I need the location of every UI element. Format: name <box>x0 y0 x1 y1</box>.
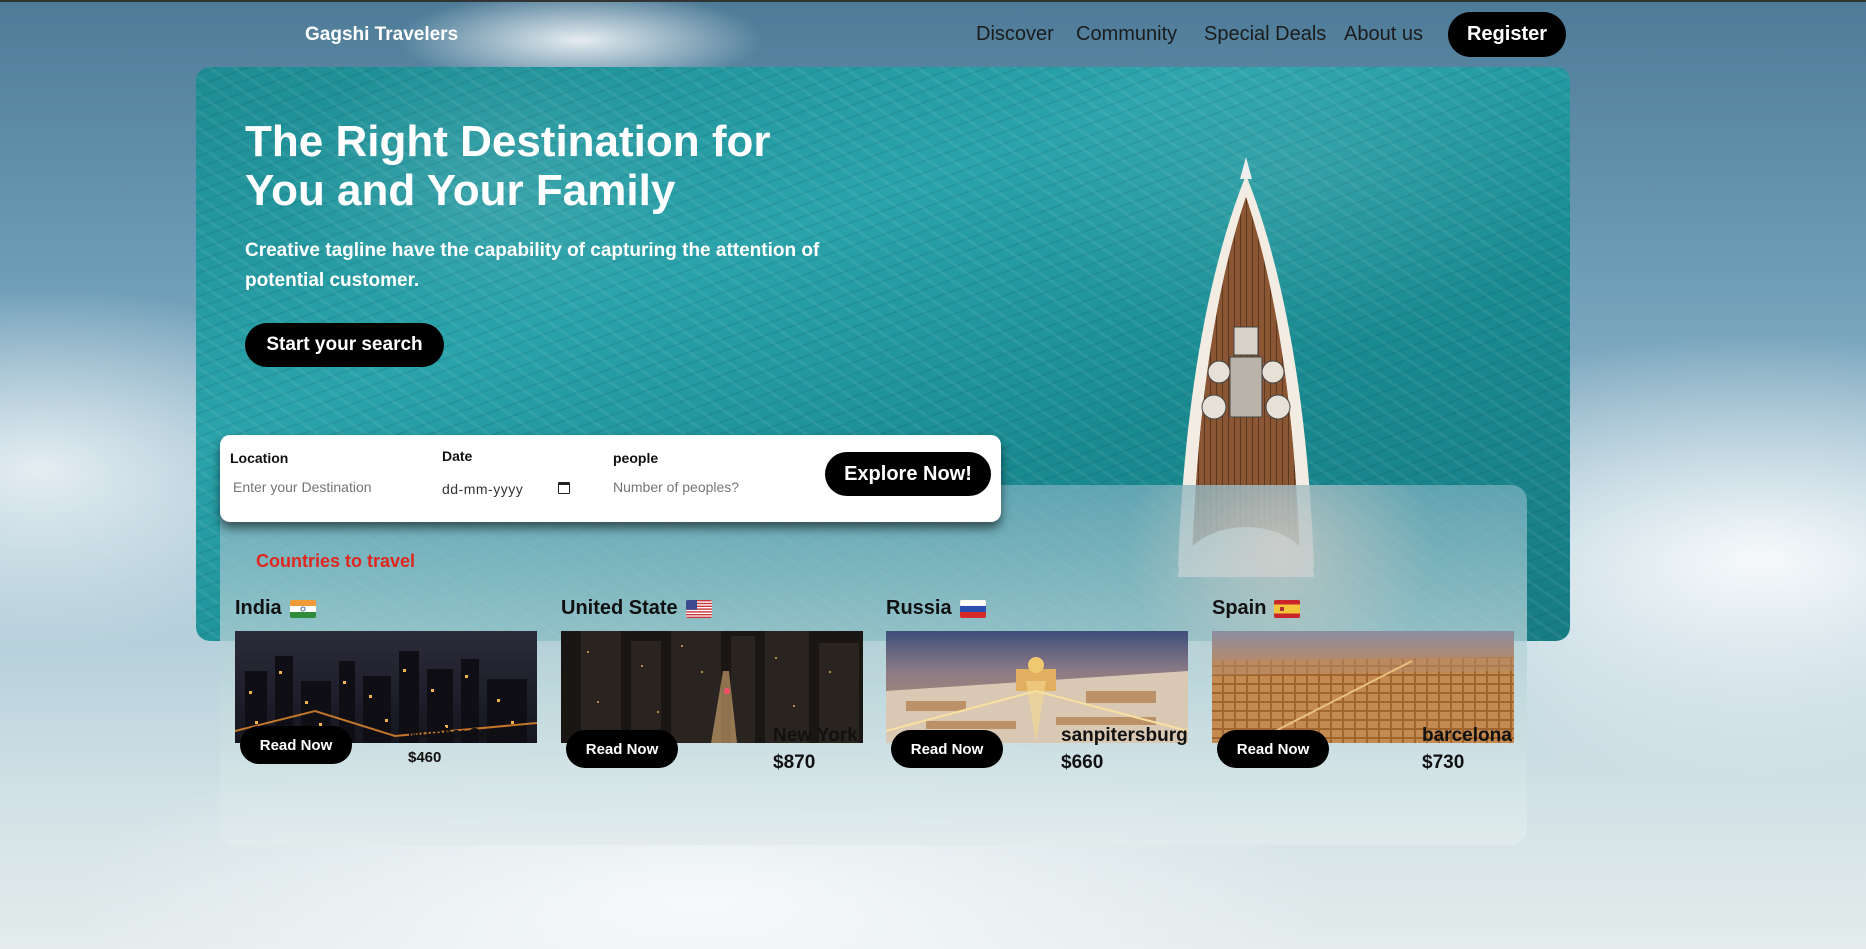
countries-panel: Countries to travel India Read Now Mumba… <box>220 485 1527 845</box>
explore-now-button[interactable]: Explore Now! <box>825 452 991 496</box>
country-name: Spain <box>1212 597 1267 619</box>
country-name: United State <box>561 597 678 619</box>
country-card-india: India Read Now Mumbai Central $460 <box>235 597 537 812</box>
city-name-new-york: New York <box>773 725 858 746</box>
date-input[interactable]: dd-mm-yyyy <box>442 481 523 497</box>
india-flag-icon <box>289 599 316 618</box>
russia-flag-icon <box>959 599 986 618</box>
date-label: Date <box>442 448 473 464</box>
location-label: Location <box>230 450 289 466</box>
location-input[interactable] <box>233 479 413 495</box>
people-input[interactable] <box>613 479 793 495</box>
country-card-united-state: United State Read Now New York $870 <box>561 597 863 812</box>
city-name-mumbai: Mumbai Central <box>408 725 521 742</box>
city-name-sanpitersburg: sanpitersburg <box>1061 725 1188 746</box>
country-name: India <box>235 597 282 619</box>
price-barcelona: $730 <box>1422 752 1465 773</box>
people-label: people <box>613 450 659 466</box>
us-flag-icon <box>685 599 712 618</box>
search-form: Location Date dd-mm-yyyy people Explore … <box>220 435 1001 522</box>
brand-logo[interactable]: Gagshi Travelers <box>305 24 458 46</box>
city-name-barcelona: barcelona <box>1422 725 1512 746</box>
register-button[interactable]: Register <box>1448 12 1566 57</box>
top-navigation: Gagshi Travelers Discover Community Spec… <box>0 0 1866 66</box>
price-sanpitersburg: $660 <box>1061 752 1104 773</box>
hero-title-line-1: The Right Destination for <box>245 117 771 166</box>
nav-link-community[interactable]: Community <box>1076 23 1177 46</box>
countries-title: Countries to travel <box>256 551 416 571</box>
country-card-russia: Russia Read Now sanpitersburg $660 <box>886 597 1188 812</box>
read-now-button-russia[interactable]: Read Now <box>891 730 1003 768</box>
country-card-spain: Spain Read Now barcelona $730 <box>1212 597 1514 812</box>
nav-link-discover[interactable]: Discover <box>976 23 1054 46</box>
country-name: Russia <box>886 597 952 619</box>
spain-flag-icon <box>1274 599 1301 618</box>
start-search-button[interactable]: Start your search <box>245 323 444 367</box>
hero-title: The Right Destination for You and Your F… <box>245 117 885 215</box>
nav-link-special-deals[interactable]: Special Deals <box>1204 23 1326 46</box>
price-new-york: $870 <box>773 752 816 773</box>
price-mumbai: $460 <box>408 749 442 766</box>
nav-link-about-us[interactable]: About us <box>1344 23 1423 46</box>
read-now-button-united-state[interactable]: Read Now <box>566 730 678 768</box>
calendar-icon[interactable] <box>558 482 570 494</box>
hero-title-line-2: You and Your Family <box>245 166 676 215</box>
read-now-button-india[interactable]: Read Now <box>240 726 352 764</box>
read-now-button-spain[interactable]: Read Now <box>1217 730 1329 768</box>
hero-tagline: Creative tagline have the capability of … <box>245 240 820 291</box>
